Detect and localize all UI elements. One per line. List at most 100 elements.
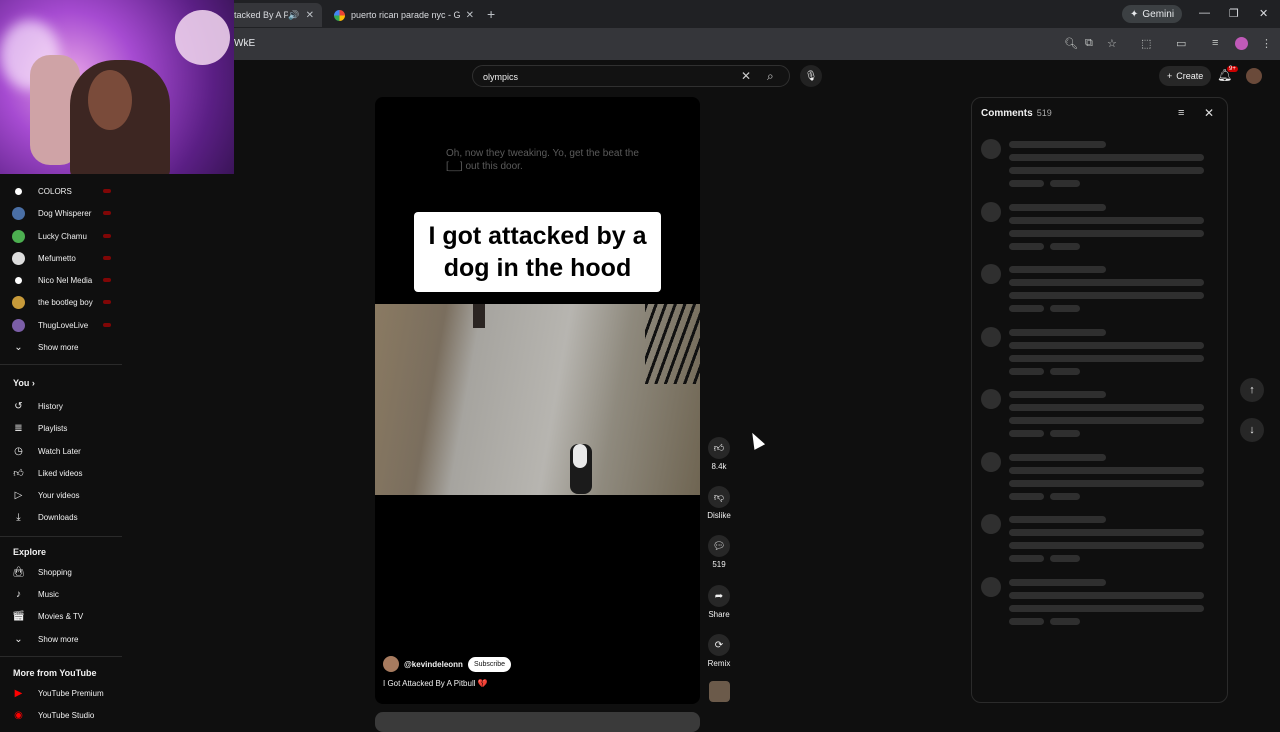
channel-avatar <box>12 184 25 198</box>
channel-avatar[interactable] <box>383 656 399 672</box>
channel-avatar <box>12 251 25 265</box>
dislike-button[interactable]: 👎︎ Dislike <box>704 486 734 520</box>
sidebar-item-subscription[interactable]: Mefumetto <box>0 247 122 269</box>
download-icon: ⤓ <box>16 511 21 523</box>
media-queue-icon[interactable]: ≡ <box>1212 37 1218 49</box>
gemini-button[interactable]: ✦ Gemini <box>1122 5 1183 23</box>
sidebar-item-subscription[interactable]: the bootleg boy <box>0 291 122 313</box>
search-icon[interactable]: ⌕ <box>767 69 774 84</box>
sidebar-item-label: Lucky Chamu <box>38 231 87 241</box>
skeleton-line <box>1009 203 1106 211</box>
video-title[interactable]: I Got Attacked By A Pitbull 💔 <box>383 679 488 688</box>
zoom-icon[interactable]: 🔍︎ <box>1064 37 1078 50</box>
sidebar-item-subscription[interactable]: Dog Whisperer <box>0 202 122 224</box>
skeleton-line <box>1009 430 1044 437</box>
skeleton-line <box>1009 229 1204 237</box>
install-icon[interactable]: ⧉ <box>1085 37 1093 50</box>
next-short-preview[interactable] <box>375 712 700 732</box>
sidebar-item-liked-videos[interactable]: 👍︎ Liked videos <box>0 462 122 484</box>
show-more-subscriptions[interactable]: ⌄ Show more <box>0 336 122 358</box>
sidebar-item-label: COLORS <box>38 186 72 196</box>
sidebar-item-downloads[interactable]: ⤓ Downloads <box>0 506 122 528</box>
sidebar-item-shopping[interactable]: 👜︎ Shopping <box>0 561 122 583</box>
skeleton-line <box>1050 555 1080 562</box>
next-short-arrow-down-icon[interactable]: ↓ <box>1240 418 1264 442</box>
skeleton-line <box>1009 492 1044 500</box>
sidebar-divider <box>0 656 122 657</box>
kebab-menu-icon[interactable]: ⋮ <box>1261 37 1272 50</box>
skeleton-line <box>1009 591 1204 599</box>
clapperboard-icon: 🎬︎ <box>12 610 25 622</box>
subscribe-button[interactable]: Subscribe <box>467 656 512 672</box>
sort-icon[interactable]: ≡ <box>1178 107 1184 119</box>
skeleton-line <box>1009 404 1204 411</box>
skeleton-line <box>1009 279 1204 286</box>
sidebar-item-label: Music <box>38 589 59 599</box>
previous-short-arrow-up-icon[interactable]: ↑ <box>1240 378 1264 402</box>
skeleton-line <box>1050 617 1080 625</box>
clear-search-icon[interactable]: ✕ <box>741 69 751 83</box>
you-section-heading[interactable]: You › <box>13 378 35 388</box>
sidebar-item-subscription[interactable]: Lucky Chamu <box>0 225 122 247</box>
sidebar-item-music[interactable]: ♪ Music <box>0 583 122 605</box>
sidebar-item-subscription[interactable]: ThugLoveLive <box>0 314 122 336</box>
sidebar-item-label: Movies & TV <box>38 611 84 621</box>
thumb-up-icon: 👍︎ <box>13 468 24 479</box>
thumb-down-icon: 👎︎ <box>708 486 730 508</box>
show-more-explore[interactable]: ⌄ Show more <box>0 628 122 650</box>
sidebar-item-youtube-studio[interactable]: ◉ YouTube Studio <box>0 704 122 726</box>
orchid-decor <box>175 10 230 65</box>
play-icon: ▷ <box>14 489 23 501</box>
sidebar-item-label: YouTube Premium <box>38 688 104 698</box>
voice-search-mic-icon[interactable]: 🎙︎ <box>800 65 822 87</box>
extensions-icon[interactable]: ⬚ <box>1141 37 1151 50</box>
sidebar-item-subscription[interactable]: COLORS <box>0 180 122 202</box>
sidebar-item-your-videos[interactable]: ▷ Your videos <box>0 484 122 506</box>
account-avatar[interactable] <box>1246 68 1262 84</box>
create-button[interactable]: + Create <box>1159 66 1212 86</box>
sidebar-item-playlists[interactable]: ≣ Playlists <box>0 417 122 439</box>
skeleton-line <box>1009 266 1106 273</box>
comments-button[interactable]: 💬︎ 519 <box>704 535 734 569</box>
tab-current-video[interactable]: tacked By A Pi 🔊 ✕ <box>226 3 322 27</box>
channel-avatar <box>12 295 25 309</box>
skeleton-avatar <box>981 576 1001 597</box>
sidebar-item-subscription[interactable]: Nico Nel Media <box>0 269 122 291</box>
share-button[interactable]: ➦ Share <box>704 585 734 619</box>
bookmark-star-icon[interactable]: ☆ <box>1107 37 1117 50</box>
search-box[interactable]: ✕ ⌕ <box>472 65 790 87</box>
restore-icon[interactable]: ❐ <box>1229 7 1239 20</box>
tab-google-search[interactable]: puerto rican parade nyc - Goog ✕ <box>326 3 482 27</box>
like-button[interactable]: 👍︎ 8.4k <box>704 437 734 471</box>
search-input[interactable] <box>481 69 731 85</box>
sound-thumbnail[interactable] <box>709 681 730 702</box>
cast-icon[interactable]: ▭ <box>1176 37 1186 50</box>
google-favicon-icon <box>334 9 345 21</box>
new-tab-plus-icon[interactable]: + <box>487 6 495 22</box>
sidebar-item-youtube-premium[interactable]: ▶ YouTube Premium <box>0 682 122 704</box>
sidebar-divider <box>0 536 122 537</box>
sidebar-item-label: YouTube Studio <box>38 710 95 720</box>
browser-profile-avatar[interactable] <box>1235 37 1248 50</box>
shorts-video-player[interactable]: Oh, now they tweaking. Yo, get the beat … <box>375 97 700 704</box>
remix-button[interactable]: ⟳ Remix <box>704 634 734 668</box>
skeleton-line <box>1009 529 1204 536</box>
sidebar-item-watch-later[interactable]: ◷ Watch Later <box>0 440 122 462</box>
video-title-card: I got attacked by a dog in the hood <box>414 212 661 292</box>
close-icon[interactable]: ✕ <box>1204 106 1214 120</box>
channel-handle[interactable]: @kevindeleonn <box>404 660 463 669</box>
close-tab-icon[interactable]: ✕ <box>306 10 314 21</box>
more-from-youtube-heading: More from YouTube <box>13 668 97 678</box>
video-frame-sidewalk <box>375 304 700 495</box>
comment-skeleton <box>972 264 1229 324</box>
comment-skeleton <box>972 576 1229 637</box>
live-indicator <box>103 234 111 238</box>
sidebar-item-history[interactable]: ↺ History <box>0 395 122 417</box>
sidebar-item-movies-tv[interactable]: 🎬︎ Movies & TV <box>0 605 122 627</box>
minimize-icon[interactable]: — <box>1199 7 1210 19</box>
close-tab-icon[interactable]: ✕ <box>466 10 474 21</box>
skeleton-line <box>1050 180 1080 187</box>
window-close-icon[interactable]: ✕ <box>1259 7 1268 20</box>
sidebar-item-label: Watch Later <box>38 446 81 456</box>
streamer-face <box>88 70 132 130</box>
